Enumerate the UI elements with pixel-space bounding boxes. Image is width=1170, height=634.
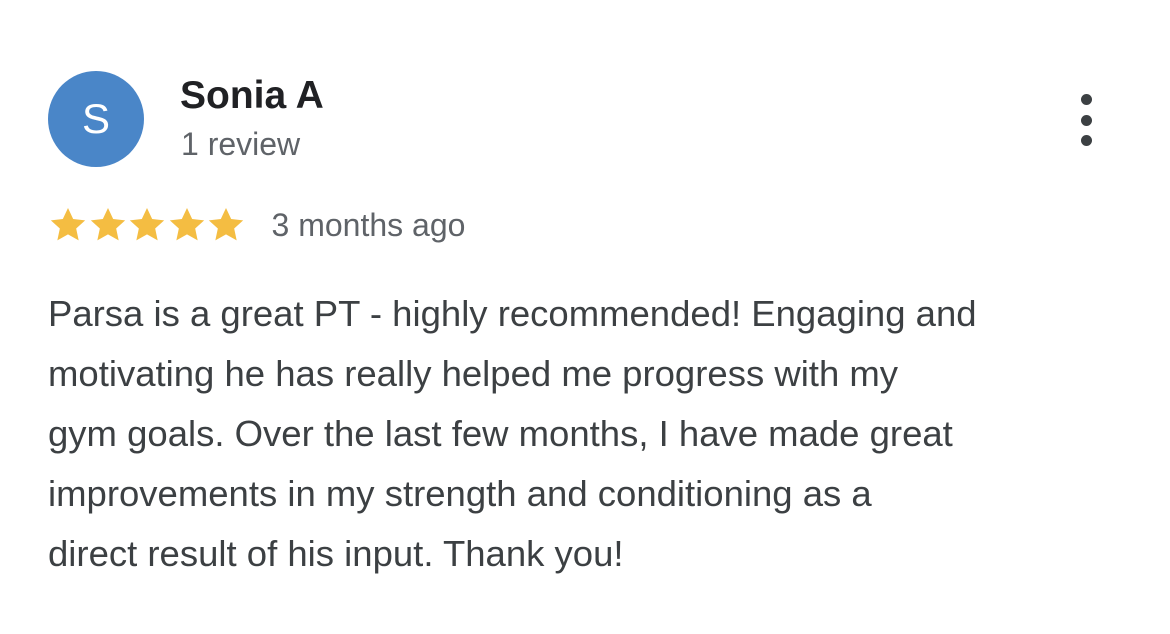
review-text-line: gym goals. Over the last few months, I h… bbox=[48, 413, 953, 454]
review-text-line: direct result of his input. Thank you! bbox=[48, 533, 624, 574]
rating-row: 3 months ago bbox=[48, 203, 465, 247]
review-date: 3 months ago bbox=[271, 207, 466, 243]
avatar-initial: S bbox=[81, 95, 110, 142]
review-text: Parsa is a great PT - highly recommended… bbox=[48, 284, 1138, 584]
review-text-line: motivating he has really helped me progr… bbox=[48, 353, 899, 394]
star-icon bbox=[169, 208, 204, 241]
more-vert-icon-dot-bottom bbox=[1080, 135, 1092, 146]
author-name[interactable]: Sonia A bbox=[180, 74, 324, 118]
review-card: S Sonia A 1 review 3 months ago Parsa is… bbox=[0, 0, 1170, 634]
star-icon bbox=[208, 208, 244, 241]
star-rating bbox=[48, 205, 246, 245]
more-vert-icon-dot-middle bbox=[1080, 114, 1092, 126]
review-text-line: Parsa is a great PT - highly recommended… bbox=[48, 293, 977, 334]
star-icon bbox=[50, 208, 86, 241]
star-icon bbox=[129, 208, 165, 241]
more-vert-icon-dot-top bbox=[1080, 94, 1092, 105]
review-text-line: improvements in my strength and conditio… bbox=[48, 473, 872, 514]
more-options-button[interactable] bbox=[1062, 88, 1110, 152]
avatar[interactable]: S bbox=[48, 71, 144, 167]
star-icon bbox=[90, 208, 125, 241]
review-count: 1 review bbox=[181, 126, 301, 162]
